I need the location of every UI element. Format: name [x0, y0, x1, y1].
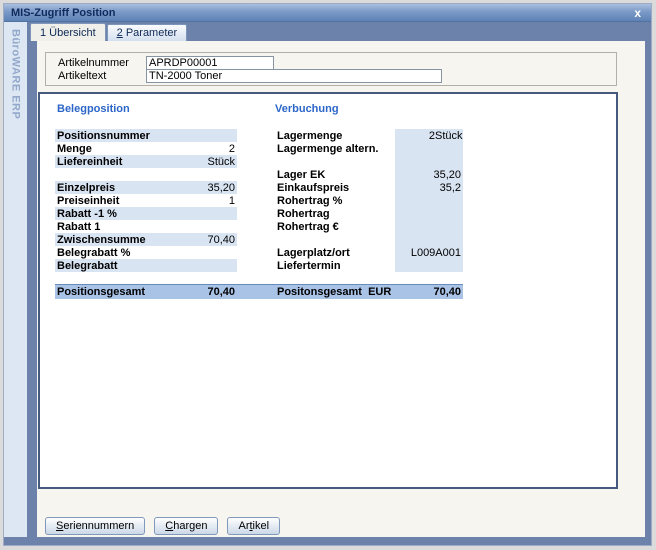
- position-row: Belegrabatt % Lagerplatz/ort L009A001: [55, 246, 616, 259]
- right-value-cell: [395, 142, 463, 155]
- tab-bar: 1 Übersicht2 Parameter: [27, 22, 651, 41]
- position-row: Rabatt 1 Rohertrag €: [55, 220, 616, 233]
- right-value-cell: [395, 194, 463, 207]
- row-value: 35,2: [440, 182, 461, 194]
- row-label: Rohertrag %: [275, 195, 395, 207]
- tab-uebersicht[interactable]: 1 Übersicht: [30, 23, 106, 41]
- artikeltext-input[interactable]: [146, 69, 442, 83]
- row-label: Lagermenge: [275, 130, 395, 142]
- position-row: Lager EK 35,20: [55, 168, 616, 181]
- tab-parameter[interactable]: 2 Parameter: [107, 24, 188, 41]
- position-panel: Belegposition Verbuchung Positionsnummer…: [38, 92, 618, 489]
- brand-label: BüroWARE ERP: [10, 22, 22, 537]
- article-fields-box: Artikelnummer Artikeltext: [45, 52, 617, 86]
- verbuchung-header: Verbuchung: [275, 103, 339, 117]
- position-row: Belegrabatt Liefertermin: [55, 259, 616, 272]
- positionsgesamt-eur-value: 70,40: [433, 286, 461, 298]
- position-row: Rabatt -1 % Rohertrag: [55, 207, 616, 220]
- column-headers: Belegposition Verbuchung: [55, 103, 616, 117]
- row-label: Lagermenge altern.: [275, 143, 395, 155]
- row-label: Belegrabatt: [57, 260, 118, 272]
- brand-strip: BüroWARE ERP: [4, 22, 27, 537]
- right-value-cell: [395, 233, 463, 246]
- position-row: Liefereinheit Stück: [55, 155, 616, 168]
- position-row: Menge 2 Lagermenge altern.: [55, 142, 616, 155]
- row-value: 35,20: [433, 169, 461, 181]
- positionsgesamt-eur-label: Positonsgesamt EUR: [277, 286, 391, 298]
- right-value-cell: [395, 259, 463, 272]
- position-row: Positionsnummer Lagermenge2Stück: [55, 129, 616, 142]
- left-cell: Positionsnummer: [55, 129, 237, 142]
- tab-page-uebersicht: Artikelnummer Artikeltext Belegposition: [37, 41, 645, 537]
- right-value-cell: 35,20: [395, 168, 463, 181]
- position-row: Einzelpreis 35,20 Einkaufspreis 35,2: [55, 181, 616, 194]
- window-title: MIS-Zugriff Position: [11, 7, 115, 19]
- right-value-cell: [395, 155, 463, 168]
- left-cell: Rabatt -1 %: [55, 207, 237, 220]
- right-value-cell: L009A001: [395, 246, 463, 259]
- right-value-cell: [395, 207, 463, 220]
- seriennummern-button[interactable]: Seriennummern: [45, 517, 145, 535]
- row-label: Rohertrag €: [275, 221, 395, 233]
- positionsgesamt-label: Positionsgesamt: [57, 286, 145, 298]
- row-label: Liefereinheit: [57, 156, 122, 168]
- row-value: 1: [229, 195, 235, 207]
- row-value: 35,20: [207, 182, 235, 194]
- artikelnummer-row: Artikelnummer: [58, 56, 616, 69]
- row-unit: Stück: [435, 130, 461, 142]
- right-value-cell: [395, 220, 463, 233]
- artikelnummer-input[interactable]: [146, 56, 274, 70]
- row-label: Zwischensumme: [57, 234, 146, 246]
- artikel-button[interactable]: Artikel: [227, 517, 280, 535]
- row-label: Einkaufspreis: [275, 182, 395, 194]
- row-label: Preiseinheit: [57, 195, 119, 207]
- left-cell: Rabatt 1: [55, 220, 237, 233]
- left-cell: Zwischensumme 70,40: [55, 233, 237, 246]
- belegposition-header: Belegposition: [55, 103, 237, 117]
- row-label: Menge: [57, 143, 92, 155]
- close-icon[interactable]: x: [631, 7, 644, 19]
- row-label: Liefertermin: [275, 260, 395, 272]
- row-label: Rabatt 1: [57, 221, 100, 233]
- row-label: Rohertrag: [275, 208, 395, 220]
- row-label: Lagerplatz/ort: [275, 247, 395, 259]
- row-label: Einzelpreis: [57, 182, 115, 194]
- row-value: L009A001: [411, 247, 461, 259]
- positionsgesamt-value: 70,40: [207, 286, 235, 298]
- artikelnummer-label: Artikelnummer: [58, 57, 146, 69]
- dialog-window: MIS-Zugriff Position x BüroWARE ERP 1 Üb…: [4, 4, 651, 545]
- left-cell: Preiseinheit 1: [55, 194, 237, 207]
- row-value: 2: [229, 143, 235, 155]
- position-row: Zwischensumme 70,40: [55, 233, 616, 246]
- title-bar: MIS-Zugriff Position x: [4, 4, 651, 22]
- right-value-cell: 2Stück: [395, 129, 463, 142]
- artikeltext-label: Artikeltext: [58, 70, 146, 82]
- left-cell: Menge 2: [55, 142, 237, 155]
- frame-body: Artikelnummer Artikeltext Belegposition: [27, 41, 651, 537]
- row-label: Belegrabatt %: [57, 247, 130, 259]
- left-cell: Belegrabatt %: [55, 246, 237, 259]
- left-cell: Einzelpreis 35,20: [55, 181, 237, 194]
- row-value: Stück: [207, 156, 235, 168]
- window-body: BüroWARE ERP 1 Übersicht2 Parameter Arti…: [4, 22, 651, 537]
- position-rows: Positionsnummer Lagermenge2Stück Menge 2 Lag…: [55, 129, 616, 272]
- chargen-button[interactable]: Chargen: [154, 517, 218, 535]
- left-cell: Liefereinheit Stück: [55, 155, 237, 168]
- left-cell: [55, 168, 237, 181]
- totals-row: Positionsgesamt 70,40 Positonsgesamt EUR…: [55, 284, 463, 299]
- row-value: 70,40: [207, 234, 235, 246]
- action-buttons: Seriennummern Chargen Artikel: [45, 517, 645, 535]
- artikeltext-row: Artikeltext: [58, 69, 616, 82]
- left-cell: Belegrabatt: [55, 259, 237, 272]
- row-label: Positionsnummer: [57, 130, 150, 142]
- row-label: Rabatt -1 %: [57, 208, 117, 220]
- position-row: Preiseinheit 1 Rohertrag %: [55, 194, 616, 207]
- content-frame: 1 Übersicht2 Parameter Artikelnummer Art…: [27, 22, 651, 537]
- row-label: Lager EK: [275, 169, 395, 181]
- right-value-cell: 35,2: [395, 181, 463, 194]
